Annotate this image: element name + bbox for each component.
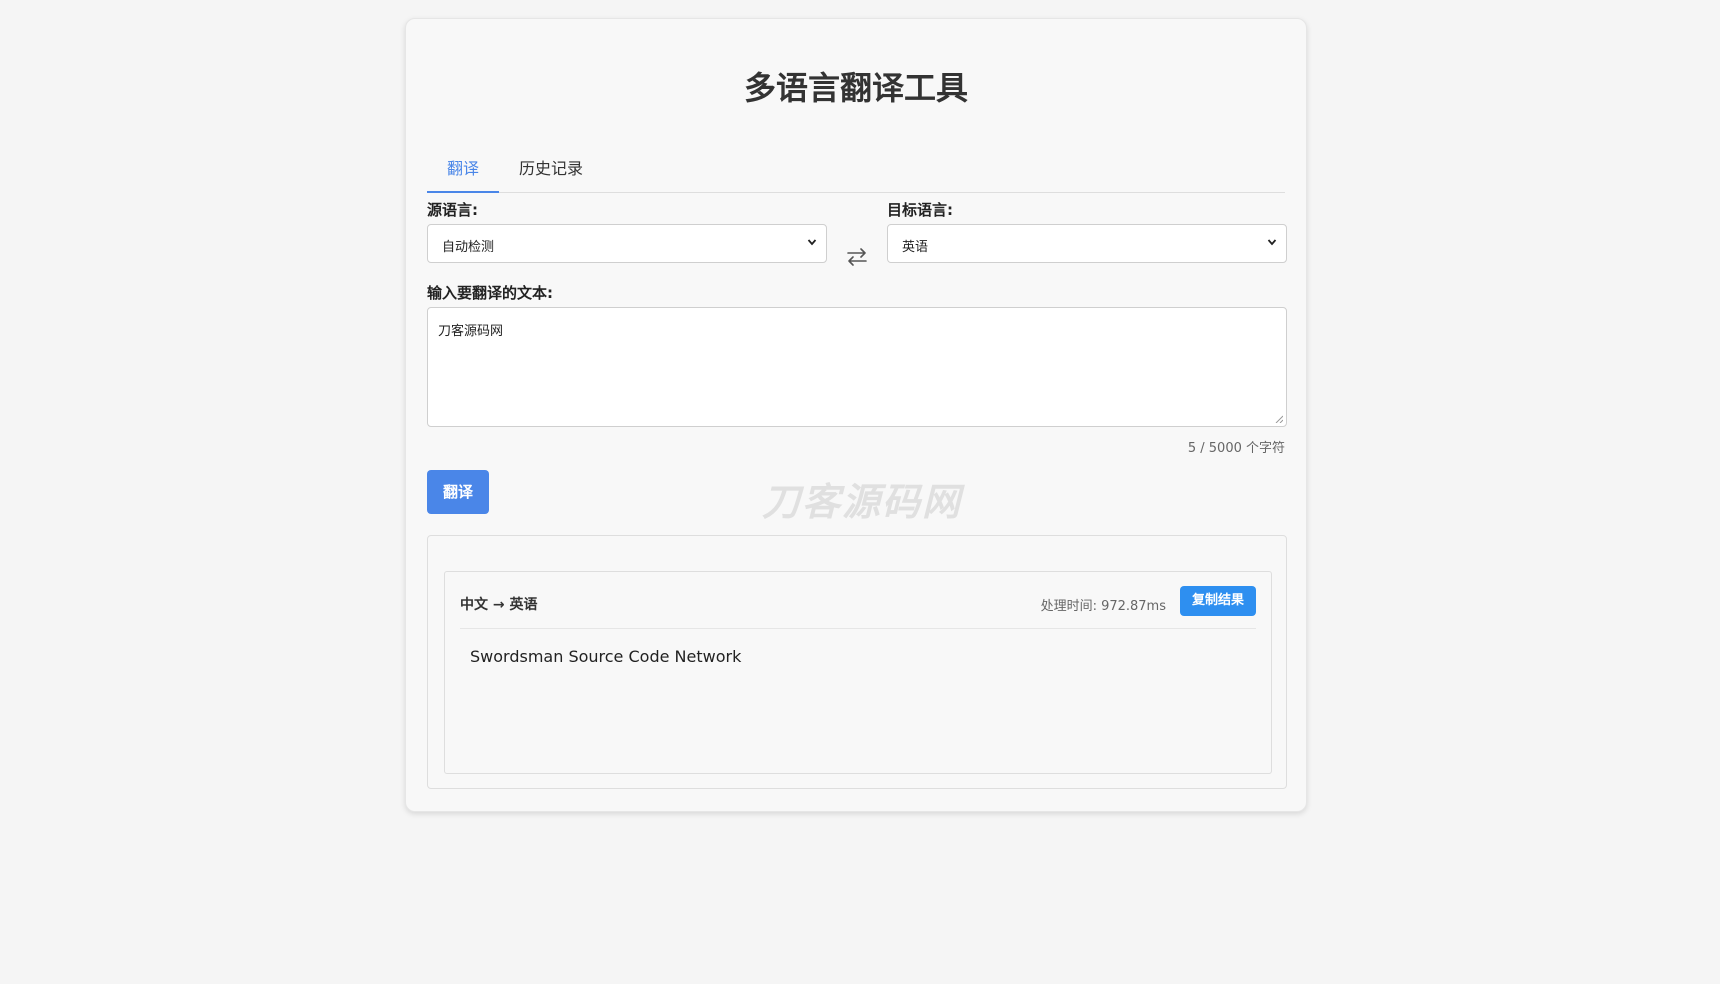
source-language-select[interactable]: 自动检测 [427,224,827,263]
copy-result-button[interactable]: 复制结果 [1180,586,1256,616]
translation-result-text: Swordsman Source Code Network [470,647,742,666]
page-title: 多语言翻译工具 [743,69,968,107]
source-text-value: 刀客源码网 [438,324,504,339]
swap-arrows-icon[interactable] [845,245,869,269]
character-counter: 5 / 5000 个字符 [1187,441,1285,456]
resize-grip-icon[interactable] [1275,415,1283,423]
source-language-label: 源语言: [427,201,478,219]
target-language-label: 目标语言: [887,201,953,219]
tab-translate[interactable]: 翻译 [427,143,499,193]
translator-card: 多语言翻译工具 翻译 历史记录 源语言: 自动检测 目标语言: 英语 输入要翻译… [405,18,1307,812]
tab-history[interactable]: 历史记录 [499,143,603,191]
processing-time: 处理时间: 972.87ms [1040,599,1166,614]
input-text-label: 输入要翻译的文本: [427,284,553,302]
language-pair: 中文 → 英语 [460,597,538,613]
watermark: 刀客源码网 [762,480,963,524]
translate-button[interactable]: 翻译 [427,470,489,514]
chevron-down-icon [807,239,817,246]
source-text-input[interactable]: 刀客源码网 [427,307,1287,427]
tab-bar: 翻译 历史记录 [427,143,1285,193]
source-language-value: 自动检测 [442,240,495,255]
result-header: 中文 → 英语 处理时间: 972.87ms 复制结果 [460,572,1256,629]
chevron-down-icon [1267,239,1277,246]
result-panel: 中文 → 英语 处理时间: 972.87ms 复制结果 Swordsman So… [427,535,1287,789]
target-language-value: 英语 [902,240,929,255]
result-card: 中文 → 英语 处理时间: 972.87ms 复制结果 Swordsman So… [444,571,1272,774]
target-language-select[interactable]: 英语 [887,224,1287,263]
